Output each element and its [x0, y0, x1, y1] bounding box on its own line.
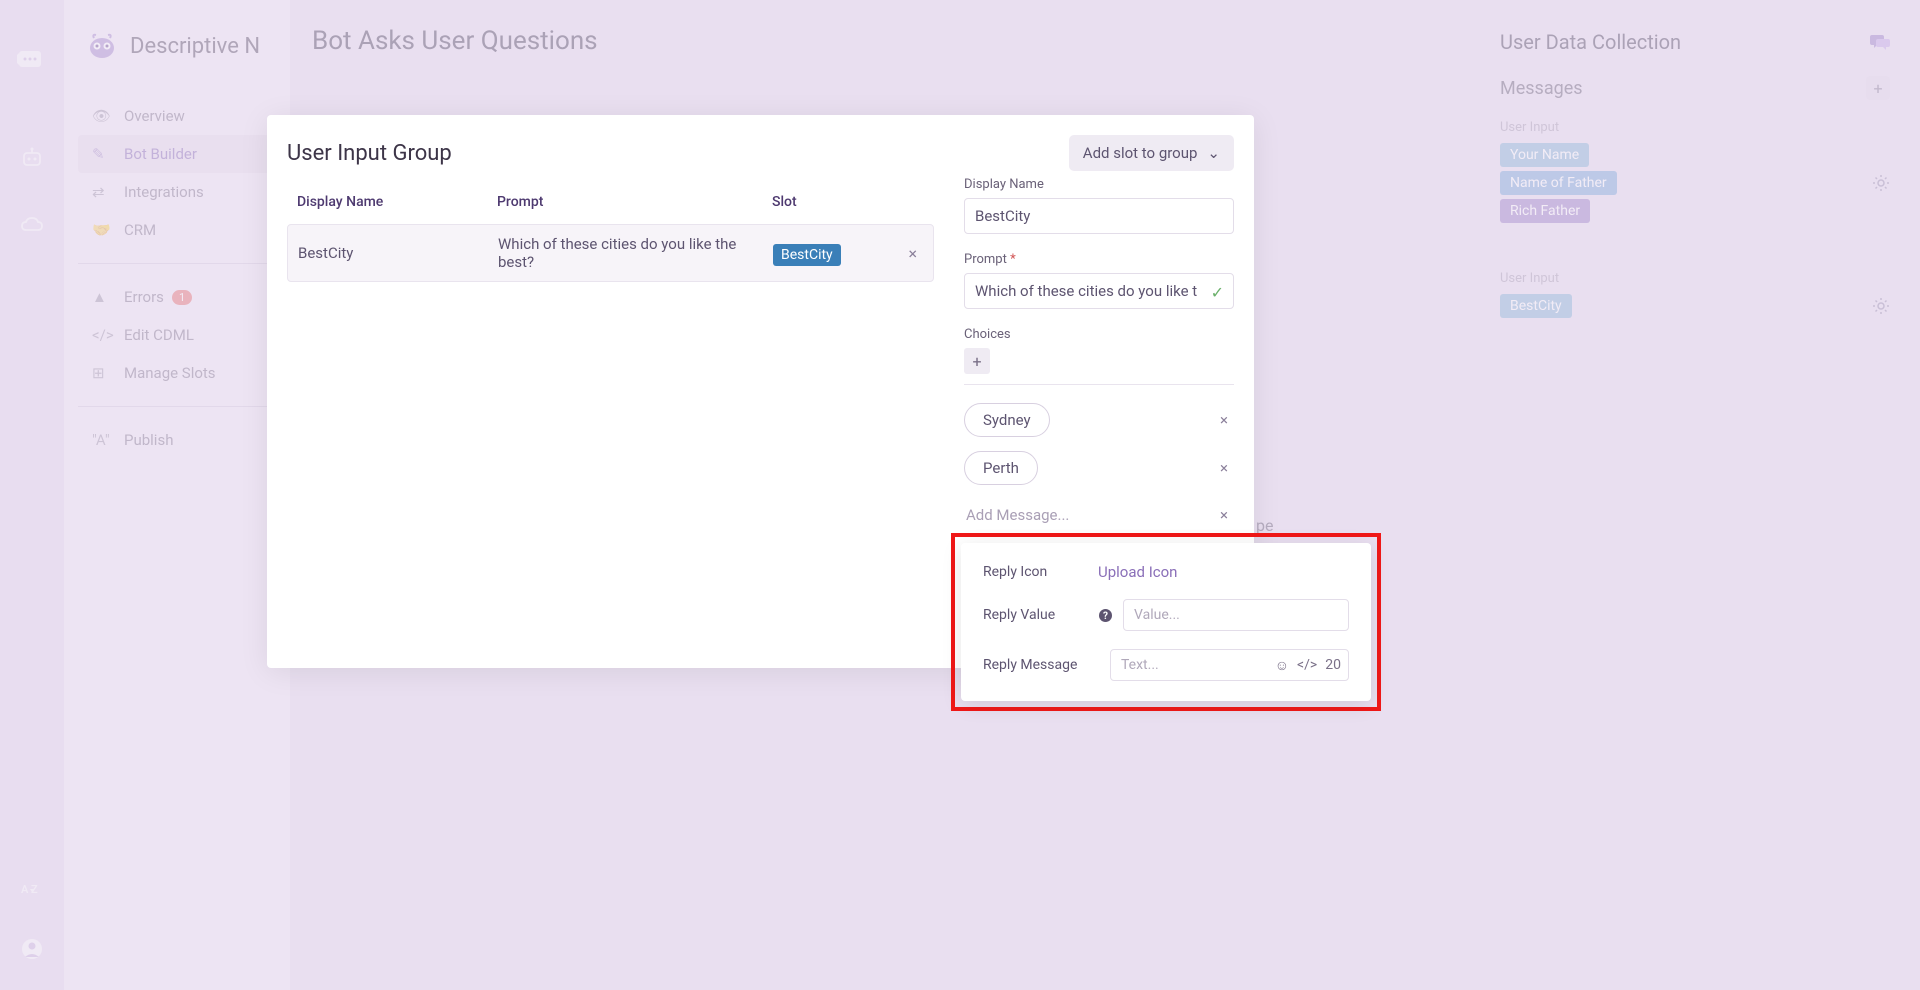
nav-errors[interactable]: ▲ Errors 1	[78, 278, 276, 316]
table-header: Display Name Prompt Slot	[287, 186, 934, 218]
nav-label: Bot Builder	[124, 145, 197, 163]
nav-bot-builder[interactable]: ✎ Bot Builder	[78, 135, 276, 173]
nav-label: Manage Slots	[124, 364, 216, 382]
chat-icon[interactable]	[1870, 33, 1890, 51]
row-prompt: Which of these cities do you like the be…	[498, 235, 773, 271]
brand-logo-icon	[86, 30, 118, 62]
puzzle-icon: ⊞	[92, 364, 110, 382]
reply-popover: Reply Icon Upload Icon Reply Value ? Rep…	[961, 543, 1371, 701]
tag-rich-father[interactable]: Rich Father	[1500, 199, 1590, 223]
pencil-icon: ✎	[92, 145, 110, 163]
choice-perth[interactable]: Perth	[964, 451, 1038, 485]
cloud-icon[interactable]	[16, 209, 48, 241]
help-icon[interactable]: ?	[1098, 608, 1113, 623]
messages-label: Messages	[1500, 78, 1583, 99]
upload-icon-button[interactable]: Upload Icon	[1098, 563, 1177, 581]
nav-manage-slots[interactable]: ⊞ Manage Slots	[78, 354, 276, 392]
svg-text:A: A	[21, 883, 29, 896]
choices-label: Choices	[964, 327, 1234, 342]
eye-icon: 👁	[92, 107, 110, 125]
add-slot-button[interactable]: Add slot to group ⌄	[1069, 135, 1234, 171]
gear-icon[interactable]	[1872, 297, 1890, 315]
code-icon: </>	[92, 326, 110, 344]
add-choice-button[interactable]: +	[964, 348, 990, 374]
crm-icon: 🤝	[92, 221, 110, 239]
choice-sydney[interactable]: Sydney	[964, 403, 1050, 437]
tag-group-1: Your Name Name of Father Rich Father	[1500, 143, 1890, 223]
add-message-button[interactable]: +	[1866, 76, 1890, 100]
prompt-label: Prompt *	[964, 252, 1234, 267]
modal-title: User Input Group	[287, 141, 934, 166]
choice-row: Perth ×	[964, 451, 1234, 485]
display-name-label: Display Name	[964, 177, 1234, 192]
add-slot-label: Add slot to group	[1083, 144, 1198, 162]
divider	[964, 384, 1234, 385]
tag-bestcity[interactable]: BestCity	[1500, 294, 1572, 318]
warning-icon: ▲	[92, 288, 110, 306]
error-count-badge: 1	[172, 290, 192, 305]
right-panel-title: User Data Collection	[1500, 30, 1681, 54]
reply-value-label: Reply Value	[983, 607, 1098, 623]
nav-divider	[78, 406, 276, 407]
publish-icon: "A"	[92, 431, 110, 449]
user-icon[interactable]	[16, 933, 48, 965]
nav-integrations[interactable]: ⇄ Integrations	[78, 173, 276, 211]
gear-icon[interactable]	[1872, 174, 1890, 192]
reply-icon-label: Reply Icon	[983, 564, 1098, 580]
prompt-input[interactable]	[964, 273, 1234, 309]
nav-label: Edit CDML	[124, 326, 194, 344]
nav-label: Integrations	[124, 183, 204, 201]
nav-label: Publish	[124, 431, 173, 449]
col-slot: Slot	[772, 194, 924, 210]
remove-choice-button[interactable]: ×	[1214, 459, 1234, 477]
bot-icon[interactable]	[16, 142, 48, 174]
nav-label: Errors	[124, 288, 164, 306]
remove-row-button[interactable]: ×	[902, 244, 923, 263]
choice-row: Sydney ×	[964, 403, 1234, 437]
chat-bubble-icon[interactable]	[16, 45, 48, 77]
emoji-icon[interactable]: ☺	[1275, 657, 1289, 674]
sidebar-header: Descriptive N	[78, 30, 276, 62]
remove-button[interactable]: ×	[1214, 506, 1234, 524]
table-row[interactable]: BestCity Which of these cities do you li…	[287, 224, 934, 282]
row-display-name: BestCity	[298, 244, 498, 262]
integrations-icon: ⇄	[92, 183, 110, 201]
char-count: 20	[1325, 657, 1341, 673]
chevron-down-icon: ⌄	[1207, 144, 1220, 162]
add-message-row: Add Message... ×	[964, 499, 1234, 531]
nav-divider	[78, 263, 276, 264]
nav-edit-cdml[interactable]: </> Edit CDML	[78, 316, 276, 354]
code-icon[interactable]: </>	[1297, 657, 1317, 673]
nav-overview[interactable]: 👁 Overview	[78, 97, 276, 135]
nav-publish[interactable]: "A" Publish	[78, 421, 276, 459]
sidebar-title: Descriptive N	[130, 34, 260, 59]
right-panel: User Data Collection Messages + User Inp…	[1480, 0, 1910, 990]
sidebar: Descriptive N 👁 Overview ✎ Bot Builder ⇄ In…	[64, 0, 290, 990]
nav-label: CRM	[124, 221, 156, 239]
user-input-label: User Input	[1500, 120, 1890, 135]
col-display-name: Display Name	[297, 194, 497, 210]
check-icon: ✓	[1211, 283, 1224, 302]
reply-message-label: Reply Message	[983, 657, 1110, 673]
svg-text:?: ?	[1103, 611, 1108, 622]
col-prompt: Prompt	[497, 194, 772, 210]
highlighted-region: Reply Icon Upload Icon Reply Value ? Rep…	[951, 533, 1381, 711]
remove-choice-button[interactable]: ×	[1214, 411, 1234, 429]
nav-label: Overview	[124, 107, 185, 125]
add-message-placeholder[interactable]: Add Message...	[964, 499, 1071, 531]
tag-group-2: BestCity	[1500, 294, 1890, 318]
icon-rail: AZ	[0, 0, 64, 990]
nav-crm[interactable]: 🤝 CRM	[78, 211, 276, 249]
user-input-label: User Input	[1500, 271, 1890, 286]
az-icon[interactable]: AZ	[16, 873, 48, 905]
tag-name-of-father[interactable]: Name of Father	[1500, 171, 1617, 195]
reply-value-input[interactable]	[1123, 599, 1349, 631]
tag-your-name[interactable]: Your Name	[1500, 143, 1589, 167]
display-name-input[interactable]	[964, 198, 1234, 234]
slot-badge: BestCity	[773, 244, 841, 266]
